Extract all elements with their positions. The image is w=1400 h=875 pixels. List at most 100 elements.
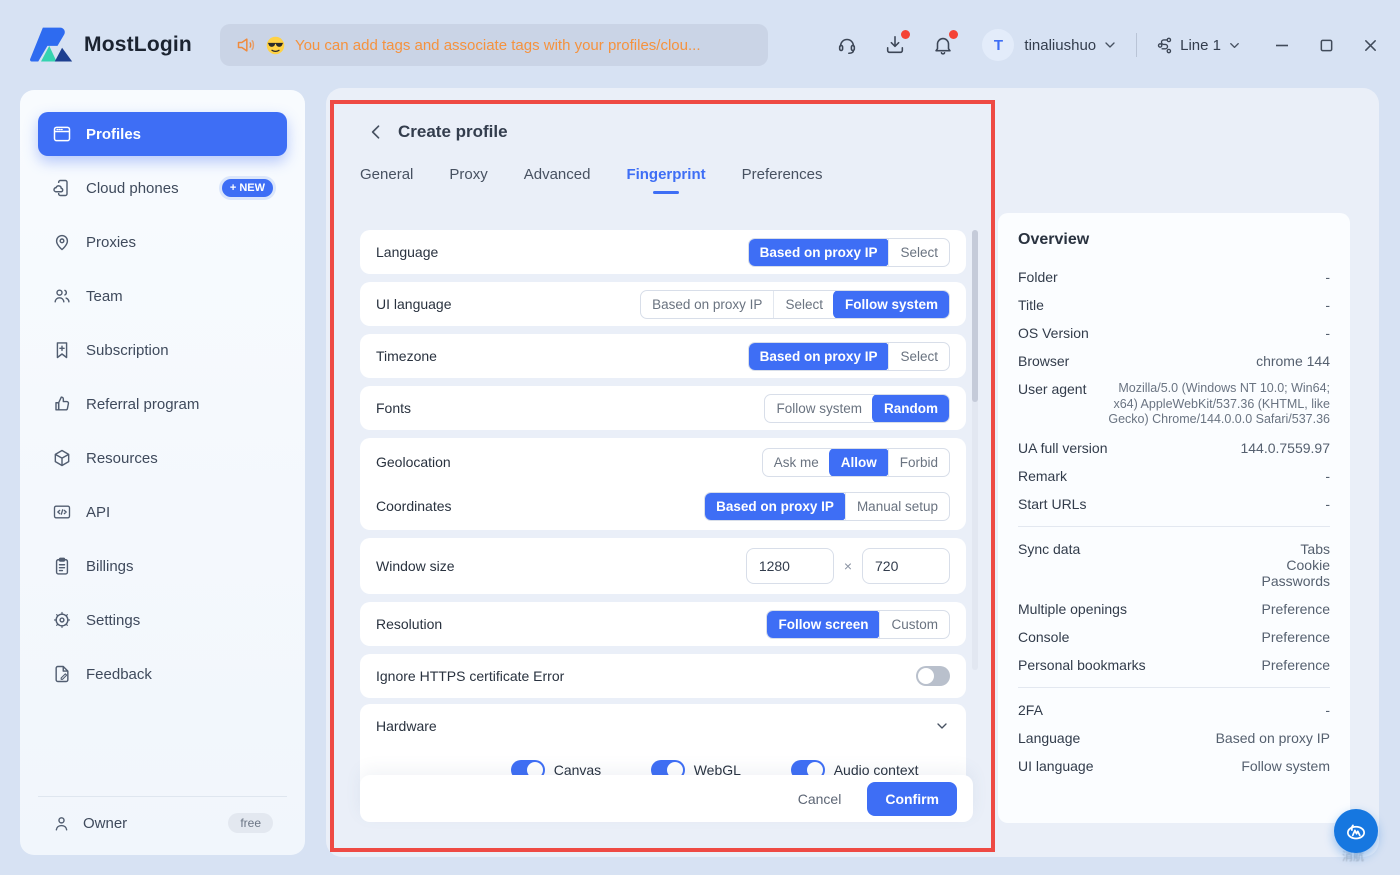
option-select[interactable]: Select — [888, 239, 949, 266]
support-float-button[interactable] — [1334, 809, 1378, 853]
location-pin-icon — [52, 232, 72, 252]
sidebar-item-api[interactable]: API — [38, 490, 287, 534]
tab-fingerprint[interactable]: Fingerprint — [626, 166, 705, 194]
mascot-robot-icon — [1343, 818, 1369, 844]
row-label: Timezone — [376, 348, 437, 364]
option-follow-system[interactable]: Follow system — [765, 395, 873, 422]
overview-row-personal-bookmarks: Personal bookmarksPreference — [1018, 651, 1330, 679]
window-close-button[interactable] — [1348, 23, 1392, 67]
window-width-input[interactable] — [746, 548, 834, 584]
option-follow-screen[interactable]: Follow screen — [766, 610, 880, 639]
overview-row-ui-language: UI languageFollow system — [1018, 752, 1330, 780]
download-icon[interactable] — [878, 28, 912, 62]
cloud-phone-icon — [52, 178, 72, 198]
divider — [1136, 33, 1137, 57]
back-button[interactable] — [366, 122, 386, 142]
row-label: Resolution — [376, 616, 442, 632]
overview-row-user-agent: User agentMozilla/5.0 (Windows NT 10.0; … — [1018, 375, 1330, 434]
sidebar-item-feedback[interactable]: Feedback — [38, 652, 287, 696]
overview-row-language: LanguageBased on proxy IP — [1018, 724, 1330, 752]
option-allow[interactable]: Allow — [829, 448, 889, 477]
option-based-on-proxy-ip[interactable]: Based on proxy IP — [748, 342, 890, 371]
notifications-bell-icon[interactable] — [926, 28, 960, 62]
sidebar-item-subscription[interactable]: Subscription — [38, 328, 287, 372]
row-window-size: Window size × — [376, 538, 950, 594]
overview-row-multiple-openings: Multiple openingsPreference — [1018, 595, 1330, 623]
sidebar-item-label: Referral program — [86, 396, 199, 413]
window-height-input[interactable] — [862, 548, 950, 584]
tab-advanced[interactable]: Advanced — [524, 166, 591, 194]
option-random[interactable]: Random — [872, 394, 950, 423]
window-minimize-button[interactable] — [1260, 23, 1304, 67]
tab-general[interactable]: General — [360, 166, 413, 194]
option-based-on-proxy-ip[interactable]: Based on proxy IP — [641, 291, 773, 318]
sidebar-item-proxies[interactable]: Proxies — [38, 220, 287, 264]
sidebar-item-profiles[interactable]: Profiles — [38, 112, 287, 156]
support-headset-icon[interactable] — [830, 28, 864, 62]
sidebar-item-label: API — [86, 504, 110, 521]
sidebar-item-billings[interactable]: Billings — [38, 544, 287, 588]
overview-row-2fa: 2FA- — [1018, 696, 1330, 724]
sidebar-item-settings[interactable]: Settings — [38, 598, 287, 642]
option-forbid[interactable]: Forbid — [888, 449, 949, 476]
feedback-document-icon — [52, 664, 72, 684]
sidebar-item-referral-program[interactable]: Referral program — [38, 382, 287, 426]
option-ask-me[interactable]: Ask me — [763, 449, 830, 476]
modal-footer: Cancel Confirm — [360, 775, 973, 822]
team-people-icon — [52, 286, 72, 306]
avatar: T — [982, 29, 1014, 61]
sidebar-item-label: Team — [86, 288, 123, 305]
chevron-down-icon — [1102, 37, 1118, 53]
row-resolution: Resolution Follow screen Custom — [376, 602, 950, 646]
overview-row-browser: Browserchrome 144 — [1018, 347, 1330, 375]
divider — [1018, 526, 1330, 527]
line-label: Line 1 — [1180, 37, 1221, 54]
option-follow-system[interactable]: Follow system — [833, 290, 950, 319]
geolocation-segment: Ask me Allow Forbid — [762, 448, 950, 477]
owner-label: Owner — [83, 815, 127, 832]
topbar-actions: T tinaliushuo Line 1 — [830, 0, 1400, 90]
row-label: Coordinates — [376, 498, 452, 514]
download-badge-dot — [901, 30, 910, 39]
sidebar-owner-row[interactable]: Owner free — [38, 796, 287, 839]
option-based-on-proxy-ip[interactable]: Based on proxy IP — [704, 492, 846, 521]
ignore-https-toggle[interactable] — [916, 666, 950, 686]
collapse-chevron-icon[interactable] — [934, 718, 950, 734]
sidebar-item-resources[interactable]: Resources — [38, 436, 287, 480]
announcement-banner[interactable]: You can add tags and associate tags with… — [220, 24, 768, 66]
bookmark-plus-icon — [52, 340, 72, 360]
confirm-button[interactable]: Confirm — [867, 782, 957, 816]
tab-proxy[interactable]: Proxy — [449, 166, 487, 194]
row-coordinates: Coordinates Based on proxy IP Manual set… — [376, 484, 950, 528]
create-profile-panel: Create profile General Proxy Advanced Fi… — [334, 104, 991, 848]
option-manual-setup[interactable]: Manual setup — [845, 493, 949, 520]
overview-row-os-version: OS Version- — [1018, 319, 1330, 347]
app-brand: MostLogin — [30, 26, 192, 64]
row-label: Hardware — [376, 718, 437, 734]
line-selector[interactable]: Line 1 — [1155, 36, 1242, 55]
row-label: Fonts — [376, 400, 411, 416]
cancel-button[interactable]: Cancel — [798, 791, 842, 807]
language-segment: Based on proxy IP Select — [748, 238, 950, 267]
sidebar-item-label: Feedback — [86, 666, 152, 683]
option-select[interactable]: Select — [888, 343, 949, 370]
row-ignore-https: Ignore HTTPS certificate Error — [376, 654, 950, 698]
network-line-icon — [1155, 36, 1174, 55]
option-custom[interactable]: Custom — [879, 611, 949, 638]
scrollbar-track[interactable] — [972, 230, 978, 670]
row-label: Geolocation — [376, 454, 451, 470]
row-geolocation: Geolocation Ask me Allow Forbid — [376, 440, 950, 484]
tab-preferences[interactable]: Preferences — [742, 166, 823, 194]
row-fonts: Fonts Follow system Random — [376, 386, 950, 430]
overview-row-start-urls: Start URLs- — [1018, 490, 1330, 518]
user-menu[interactable]: T tinaliushuo — [982, 29, 1118, 61]
window-maximize-button[interactable] — [1304, 23, 1348, 67]
option-select[interactable]: Select — [773, 291, 834, 318]
app-name: MostLogin — [84, 33, 192, 57]
option-based-on-proxy-ip[interactable]: Based on proxy IP — [748, 238, 890, 267]
overview-row-sync-data: Sync dataTabs Cookie Passwords — [1018, 535, 1330, 595]
sidebar-item-cloud-phones[interactable]: Cloud phones + NEW — [38, 166, 287, 210]
scrollbar-thumb[interactable] — [972, 230, 978, 402]
row-language: Language Based on proxy IP Select — [376, 230, 950, 274]
sidebar-item-team[interactable]: Team — [38, 274, 287, 318]
